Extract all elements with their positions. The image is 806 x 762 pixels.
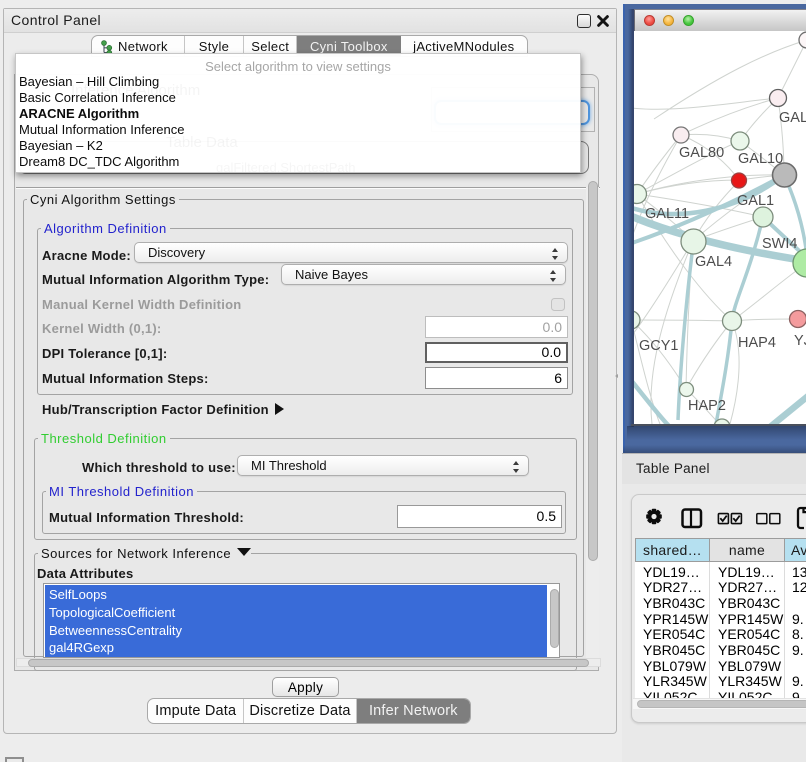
svg-text:GAL1: GAL1	[737, 193, 774, 209]
svg-text:GAL80: GAL80	[679, 145, 724, 161]
svg-text:YJ: YJ	[794, 333, 806, 349]
svg-text:GAL11: GAL11	[645, 206, 689, 222]
svg-text:HAP4: HAP4	[738, 335, 776, 351]
svg-text:GAL2: GAL2	[779, 110, 806, 126]
svg-text:GAL4: GAL4	[695, 254, 732, 270]
svg-text:GAL10: GAL10	[738, 151, 783, 167]
svg-text:GCY1: GCY1	[639, 338, 679, 354]
svg-text:HAP2: HAP2	[688, 398, 726, 414]
svg-text:SWI4: SWI4	[762, 236, 797, 252]
